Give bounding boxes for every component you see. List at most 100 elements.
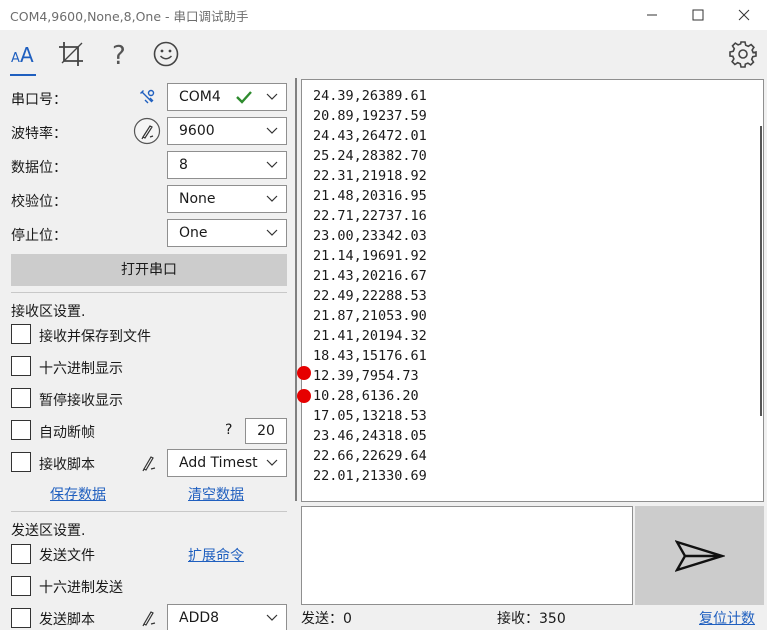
receive-line: 21.43,20216.67 (313, 268, 427, 284)
settings-button[interactable] (726, 38, 760, 70)
receive-line: 23.46,24318.05 (313, 428, 427, 444)
hex-display-label: 十六进制显示 (39, 361, 123, 377)
receive-line: 21.41,20194.32 (313, 328, 427, 344)
receive-line: 25.24,28382.70 (313, 148, 427, 164)
reset-count-link[interactable]: 复位计数 (699, 608, 755, 628)
send-arrow-icon (674, 539, 725, 572)
chevron-down-icon (266, 459, 278, 466)
vertical-divider (295, 78, 297, 501)
baud-select[interactable]: 9600 (167, 117, 287, 145)
smiley-button[interactable] (149, 38, 183, 70)
auto-frame-help-icon[interactable]: ? (225, 422, 232, 438)
received-count: 接收：350 (497, 611, 566, 627)
toolbar: A A ? (0, 30, 767, 78)
send-file-checkbox[interactable] (11, 544, 31, 564)
receive-scrollbar[interactable] (760, 126, 762, 416)
send-script-label: 发送脚本 (39, 612, 95, 628)
font-size-button[interactable]: A A (6, 38, 40, 70)
svg-text:A: A (20, 43, 34, 67)
script-edit-icon[interactable] (140, 454, 158, 472)
settings-panel: 串口号： COM4 波特率： 9600 数据位： 8 校验位： None 停止位… (0, 78, 297, 630)
breakpoint-marker[interactable] (297, 389, 311, 403)
receive-line: 22.31,21918.92 (313, 168, 427, 184)
settings-gear-icon (729, 41, 757, 68)
port-select-value: COM4 (179, 89, 221, 105)
receive-line: 22.71,22737.16 (313, 208, 427, 224)
baud-adjust-icon[interactable] (133, 117, 161, 145)
receive-script-select[interactable]: Add Timest (167, 449, 287, 477)
auto-frame-timeout-input[interactable]: 20 (245, 418, 287, 444)
stopbits-select-value: One (179, 225, 208, 241)
minimize-icon (647, 14, 657, 16)
receive-line: 24.43,26472.01 (313, 128, 427, 144)
receive-line: 17.05,13218.53 (313, 408, 427, 424)
send-settings-header: 发送区设置. (11, 523, 86, 539)
divider (11, 511, 287, 512)
active-tab-indicator (10, 74, 36, 76)
minimize-button[interactable] (629, 0, 675, 30)
breakpoint-marker[interactable] (297, 366, 311, 380)
chevron-down-icon (266, 127, 278, 134)
databits-select[interactable]: 8 (167, 151, 287, 179)
receive-line: 20.89,19237.59 (313, 108, 427, 124)
chevron-down-icon (266, 229, 278, 236)
help-button[interactable]: ? (101, 38, 135, 70)
receive-script-checkbox[interactable] (11, 452, 31, 472)
svg-text:A: A (11, 51, 20, 66)
receive-line: 21.87,21053.90 (313, 308, 427, 324)
send-textarea[interactable] (301, 506, 633, 605)
chevron-down-icon (266, 195, 278, 202)
hex-display-checkbox[interactable] (11, 356, 31, 376)
databits-label: 数据位： (11, 160, 67, 176)
send-file-label: 发送文件 (39, 548, 95, 564)
send-script-checkbox[interactable] (11, 608, 31, 628)
port-scan-icon[interactable] (138, 88, 156, 106)
divider (11, 292, 287, 293)
help-icon: ? (112, 41, 126, 68)
maximize-button[interactable] (675, 0, 721, 30)
pause-display-checkbox[interactable] (11, 388, 31, 408)
send-script-select[interactable]: ADD8 (167, 604, 287, 630)
hex-send-checkbox[interactable] (11, 576, 31, 596)
port-label: 串口号： (11, 92, 67, 108)
close-icon (738, 9, 750, 21)
receive-line: 22.49,22288.53 (313, 288, 427, 304)
receive-line: 23.00,23342.03 (313, 228, 427, 244)
window-title: COM4,9600,None,8,One - 串口调试助手 (10, 9, 249, 24)
open-port-button[interactable]: 打开串口 (11, 254, 287, 286)
smiley-icon (153, 41, 179, 67)
receive-line: 10.28,6136.20 (313, 388, 419, 404)
databits-select-value: 8 (179, 157, 188, 173)
svg-text:?: ? (112, 41, 126, 68)
send-button[interactable] (635, 506, 764, 605)
receive-settings-header: 接收区设置. (11, 304, 86, 320)
stopbits-label: 停止位： (11, 228, 67, 244)
crop-button[interactable] (54, 38, 88, 70)
auto-frame-checkbox[interactable] (11, 420, 31, 440)
stopbits-select[interactable]: One (167, 219, 287, 247)
close-button[interactable] (721, 0, 767, 30)
crop-icon (59, 42, 83, 66)
receive-script-label: 接收脚本 (39, 457, 95, 473)
font-size-icon: A A (11, 43, 34, 67)
receive-line: 24.39,26389.61 (313, 88, 427, 104)
chevron-down-icon (266, 614, 278, 621)
save-to-file-label: 接收并保存到文件 (39, 329, 151, 345)
clear-data-link[interactable]: 清空数据 (188, 484, 244, 504)
parity-label: 校验位： (11, 194, 67, 210)
extend-command-link[interactable]: 扩展命令 (188, 545, 244, 565)
chevron-down-icon (266, 161, 278, 168)
save-data-link[interactable]: 保存数据 (50, 484, 106, 504)
script-edit-icon[interactable] (140, 609, 158, 627)
chevron-down-icon (266, 93, 278, 100)
sent-count: 发送：0 (301, 611, 352, 627)
receive-textarea[interactable]: 24.39,26389.61 20.89,19237.59 24.43,26472.… (301, 79, 764, 502)
auto-frame-label: 自动断帧 (39, 425, 95, 441)
pause-display-label: 暂停接收显示 (39, 393, 123, 409)
parity-select-value: None (179, 191, 216, 207)
port-select[interactable]: COM4 (167, 83, 287, 111)
parity-select[interactable]: None (167, 185, 287, 213)
receive-line: 22.01,21330.69 (313, 468, 427, 484)
receive-line: 21.48,20316.95 (313, 188, 427, 204)
save-to-file-checkbox[interactable] (11, 324, 31, 344)
